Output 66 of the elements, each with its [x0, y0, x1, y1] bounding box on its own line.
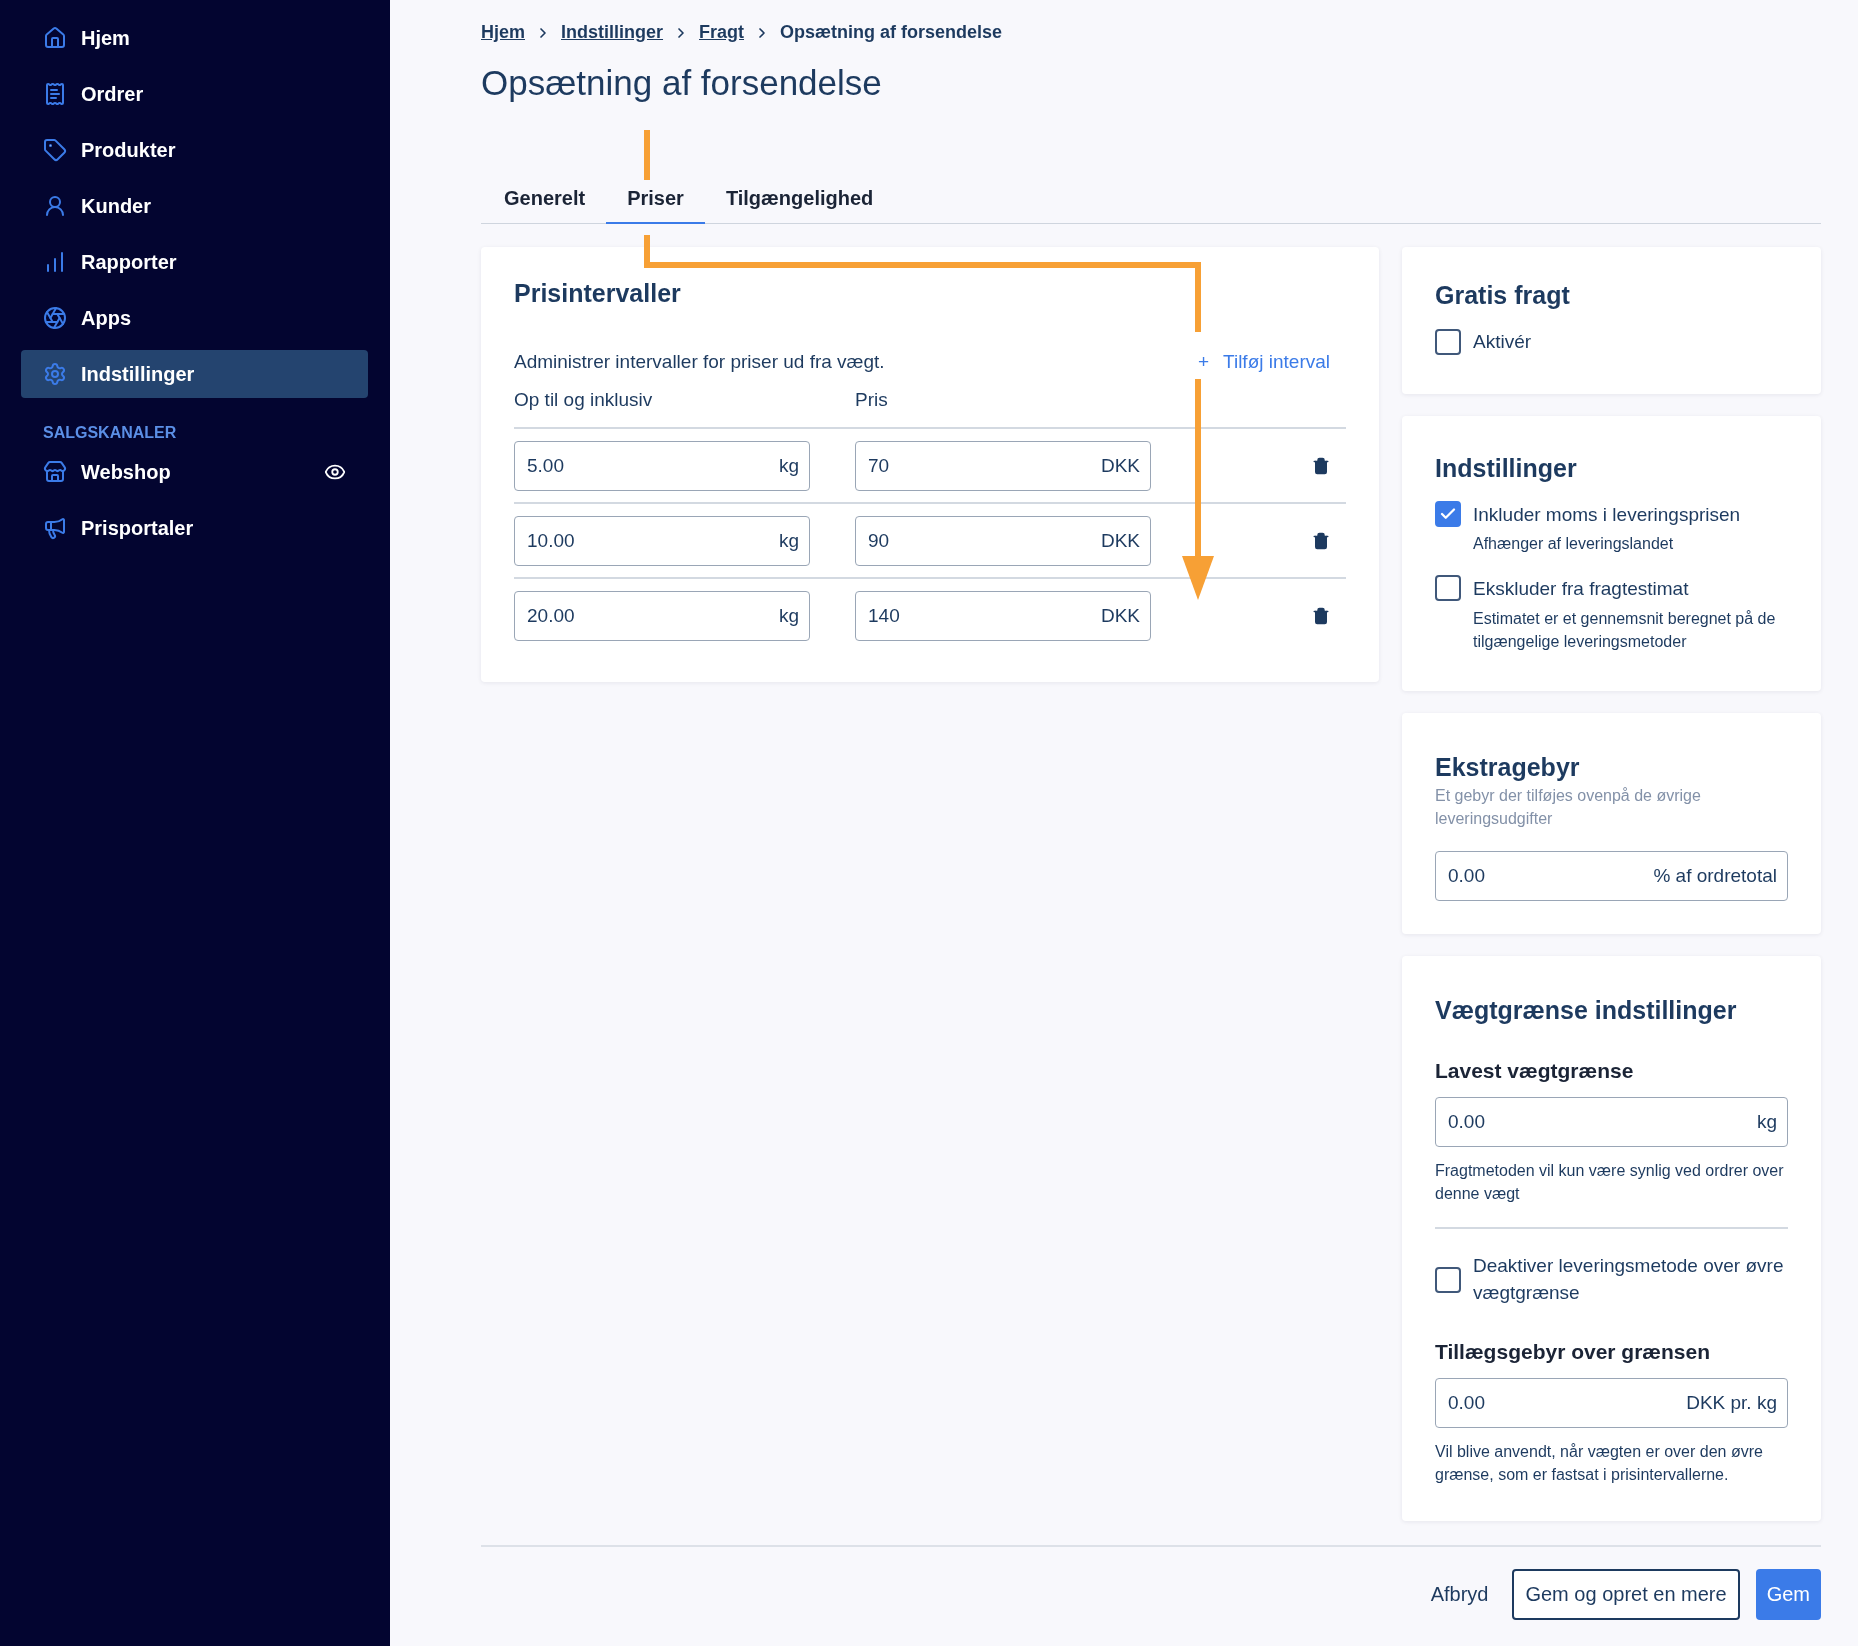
weight-field[interactable]: 5.00 kg [514, 440, 810, 491]
gear-icon [43, 362, 67, 386]
weight-limit-field[interactable]: 0.00 kg [1435, 1096, 1788, 1147]
tag-icon [43, 138, 67, 162]
card-title: Indstillinger [1435, 453, 1578, 483]
column-header: Op til og inklusiv [514, 387, 654, 412]
sidebar-item[interactable]: Hjem [21, 14, 368, 62]
price-field[interactable]: 140 DKK [855, 590, 1151, 641]
aperture-icon [43, 306, 67, 330]
fee-field[interactable]: 0.00 % af ordretotal [1435, 850, 1788, 901]
sidebar-item[interactable]: Prisportaler [21, 504, 368, 552]
person-icon [43, 194, 67, 218]
surcharge-field[interactable]: 0.00 DKK pr. kg [1435, 1378, 1788, 1429]
checkbox-label: Ekskluder fra fragtestimat [1473, 577, 1690, 602]
breadcrumb-current: Opsætning af forsendelse [780, 22, 1003, 43]
breadcrumb-link[interactable]: Hjem [481, 22, 525, 43]
sidebar-item[interactable]: Webshop [21, 448, 368, 496]
weight-field[interactable]: 20.00 kg [514, 590, 810, 641]
card-title: Vægtgrænse indstillinger [1435, 995, 1738, 1025]
field-label: Tillægsgebyr over grænsen [1435, 1340, 1712, 1365]
checkbox[interactable] [1435, 328, 1461, 355]
annotation-line [644, 130, 650, 180]
tab[interactable]: Tilgængelighed [704, 177, 895, 224]
cancel-button[interactable]: Afbryd [1422, 1568, 1497, 1620]
card-title: Ekstragebyr [1435, 753, 1581, 783]
megaphone-icon [43, 516, 67, 540]
card-title: Gratis fragt [1435, 281, 1571, 310]
hint-text: Fragtmetoden vil kun være synlig ved ordrer over denne vægt [1435, 1160, 1785, 1204]
breadcrumb-link[interactable]: Fragt [699, 22, 745, 43]
section-title: SALGSKANALER [42, 423, 178, 443]
add-interval-button[interactable]: + Tilføj interval [1197, 350, 1346, 373]
delete-button[interactable] [1312, 606, 1330, 625]
page-title: Opsætning af forsendelse [481, 63, 883, 103]
price-field[interactable]: 70 DKK [855, 440, 1151, 491]
column-header: Pris [855, 387, 889, 412]
checkbox-label: Inkluder moms i leveringsprisen [1473, 502, 1741, 527]
hint-text: Afhænger af leveringslandet [1473, 534, 1675, 555]
sidebar-item[interactable]: Indstillinger [21, 350, 368, 398]
hint-text: Vil blive anvendt, når vægten er over den øvre grænse, som er fastsat i prisintervallerne. [1435, 1442, 1764, 1486]
receipt-icon [43, 82, 67, 106]
checkbox[interactable] [1435, 1266, 1461, 1293]
storefront-icon [43, 460, 67, 484]
sidebar-item[interactable]: Apps [21, 294, 368, 342]
tab[interactable]: Priser [606, 177, 705, 224]
description: Administrer intervaller for priser ud fra vægt. [514, 350, 885, 374]
delete-button[interactable] [1312, 456, 1330, 475]
price-field[interactable]: 90 DKK [855, 515, 1151, 566]
checkbox-label: Deaktiver leveringsmetode over øvre vægtgrænse [1473, 1253, 1785, 1305]
tab[interactable]: Generelt [483, 177, 607, 224]
sidebar-item[interactable]: Ordrer [21, 70, 368, 118]
sidebar-item[interactable]: Rapporter [21, 238, 368, 286]
sidebar-item[interactable]: Kunder [21, 182, 368, 230]
checkbox[interactable] [1435, 575, 1461, 602]
save-button[interactable]: Gem [1755, 1568, 1821, 1620]
weight-field[interactable]: 10.00 kg [514, 515, 810, 566]
breadcrumb-link[interactable]: Indstillinger [561, 22, 664, 43]
sidebar-item[interactable]: Produkter [21, 126, 368, 174]
checkbox[interactable] [1435, 500, 1461, 527]
delete-button[interactable] [1312, 531, 1330, 550]
house-icon [43, 26, 67, 50]
hint-text: Estimatet er et gennemsnit beregnet på de tilgængelige leveringsmetoder [1473, 608, 1777, 652]
card-title: Prisintervaller [514, 279, 682, 308]
field-label: Lavest vægtgrænse [1435, 1058, 1635, 1083]
checkbox-label: Aktivér [1473, 330, 1532, 354]
description: Et gebyr der tilføjes ovenpå de øvrige leveringsudgifter [1435, 786, 1702, 830]
save-and-new-button[interactable]: Gem og opret en mere [1512, 1568, 1740, 1620]
